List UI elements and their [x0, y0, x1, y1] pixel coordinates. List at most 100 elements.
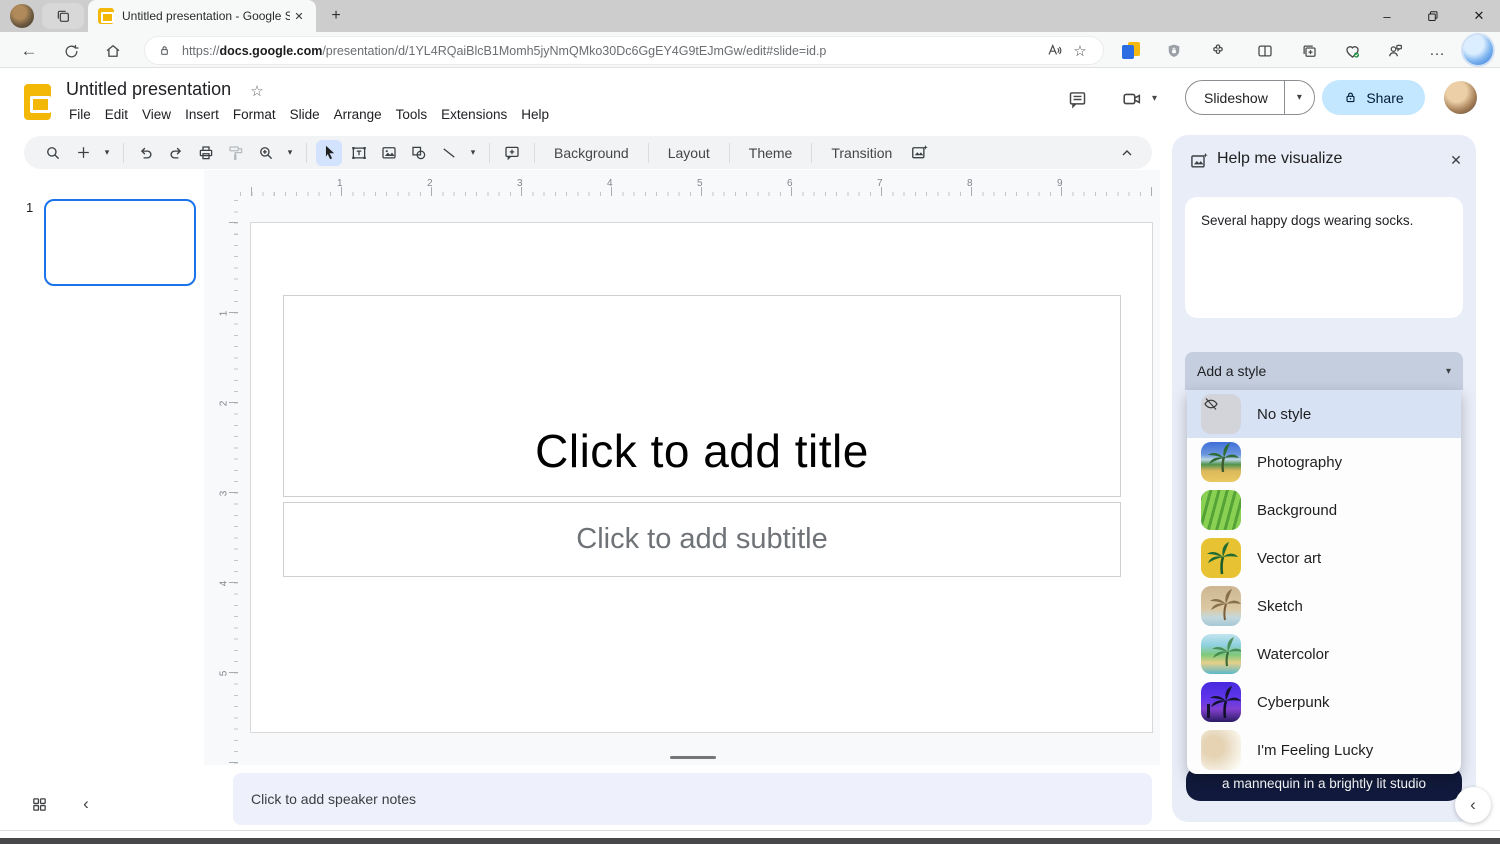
copilot-icon[interactable]: [1463, 35, 1493, 65]
window-minimize-button[interactable]: –: [1364, 0, 1410, 32]
filmstrip-collapse-icon[interactable]: ‹: [76, 793, 96, 815]
cyberpunk-thumbnail: [1201, 682, 1241, 722]
star-document-icon[interactable]: ☆: [247, 81, 267, 101]
tab-close-icon[interactable]: ✕: [290, 7, 308, 25]
style-option-feeling-lucky[interactable]: I'm Feeling Lucky: [1187, 726, 1461, 774]
menu-slide[interactable]: Slide: [283, 105, 327, 124]
style-dropdown[interactable]: Add a style ▾: [1185, 352, 1463, 390]
toolbar-separator: [534, 143, 535, 163]
panel-close-icon[interactable]: ✕: [1445, 149, 1467, 171]
toolbar-separator: [729, 143, 730, 163]
menu-extensions[interactable]: Extensions: [434, 105, 514, 124]
sketch-thumbnail: [1201, 586, 1241, 626]
comment-history-icon[interactable]: [1063, 85, 1091, 113]
grid-view-icon[interactable]: [28, 793, 50, 815]
meet-caret-icon[interactable]: ▾: [1152, 93, 1157, 104]
search-menus-icon[interactable]: [40, 140, 66, 166]
refresh-button[interactable]: [58, 38, 84, 64]
insert-shape-icon[interactable]: [406, 140, 432, 166]
extension-icon[interactable]: [1205, 38, 1231, 64]
split-screen-icon[interactable]: [1252, 38, 1278, 64]
browser-essentials-icon[interactable]: [1339, 38, 1365, 64]
style-option-sketch[interactable]: Sketch: [1187, 582, 1461, 630]
redo-icon[interactable]: [163, 140, 189, 166]
share-button[interactable]: Share: [1322, 80, 1425, 115]
shield-icon[interactable]: [1161, 38, 1187, 64]
help-me-visualize-icon[interactable]: [906, 140, 932, 166]
window-close-button[interactable]: ✕: [1456, 0, 1500, 32]
browser-tab[interactable]: Untitled presentation - Google S ✕: [88, 0, 316, 32]
account-avatar[interactable]: [1444, 81, 1477, 114]
speaker-notes-input[interactable]: Click to add speaker notes: [233, 773, 1152, 825]
menu-format[interactable]: Format: [226, 105, 283, 124]
menu-view[interactable]: View: [135, 105, 178, 124]
insert-comment-icon[interactable]: [499, 140, 525, 166]
style-option-background[interactable]: Background: [1187, 486, 1461, 534]
slide-number: 1: [26, 200, 33, 215]
home-button[interactable]: [100, 38, 126, 64]
slideshow-button[interactable]: Slideshow ▾: [1185, 80, 1315, 115]
style-option-watercolor[interactable]: Watercolor: [1187, 630, 1461, 678]
menu-tools[interactable]: Tools: [389, 105, 435, 124]
read-aloud-icon[interactable]: [1041, 42, 1067, 59]
notes-resize-handle[interactable]: [670, 756, 716, 759]
panel-title: Help me visualize: [1217, 150, 1342, 168]
slides-logo[interactable]: [24, 84, 51, 120]
browser-profile-avatar[interactable]: [10, 4, 34, 28]
subtitle-placeholder[interactable]: Click to add subtitle: [283, 502, 1121, 577]
style-option-cyberpunk[interactable]: Cyberpunk: [1187, 678, 1461, 726]
docs-extension-icon[interactable]: [1118, 38, 1144, 64]
watercolor-thumbnail: [1201, 634, 1241, 674]
background-thumbnail: [1201, 490, 1241, 530]
panel-collapse-button[interactable]: ‹: [1455, 787, 1491, 823]
favorites-star-icon[interactable]: ☆: [1067, 42, 1093, 60]
style-option-photography[interactable]: Photography: [1187, 438, 1461, 486]
title-placeholder[interactable]: Click to add title: [283, 295, 1121, 497]
print-icon[interactable]: [193, 140, 219, 166]
address-bar[interactable]: https://docs.google.com/presentation/d/1…: [145, 37, 1103, 64]
style-option-vector-art[interactable]: Vector art: [1187, 534, 1461, 582]
new-slide-caret-icon[interactable]: ▾: [100, 147, 114, 158]
slide-thumbnail[interactable]: [44, 199, 196, 286]
zoom-caret-icon[interactable]: ▾: [283, 147, 297, 158]
insert-image-icon[interactable]: [376, 140, 402, 166]
subtitle-placeholder-text: Click to add subtitle: [576, 523, 827, 556]
theme-button[interactable]: Theme: [739, 141, 803, 165]
menu-insert[interactable]: Insert: [178, 105, 226, 124]
menu-file[interactable]: File: [62, 105, 98, 124]
taskbar-edge: [0, 838, 1500, 844]
slideshow-caret-icon[interactable]: ▾: [1284, 81, 1314, 114]
ruler-mark: 1: [218, 311, 229, 317]
document-title[interactable]: Untitled presentation: [66, 79, 231, 100]
hide-menus-chevron-icon[interactable]: [1114, 140, 1140, 166]
slideshow-label[interactable]: Slideshow: [1186, 81, 1284, 114]
zoom-icon[interactable]: [253, 140, 279, 166]
tab-workspaces-button[interactable]: [42, 3, 84, 29]
select-tool-icon[interactable]: [316, 140, 342, 166]
line-caret-icon[interactable]: ▾: [466, 147, 480, 158]
paint-format-icon[interactable]: [223, 140, 249, 166]
undo-icon[interactable]: [133, 140, 159, 166]
collections-icon[interactable]: [1296, 38, 1322, 64]
style-option-label: Photography: [1257, 454, 1342, 471]
feedback-icon[interactable]: [1382, 38, 1408, 64]
window-restore-button[interactable]: [1410, 0, 1456, 32]
prompt-suggestion-text: a mannequin in a brightly lit studio: [1222, 776, 1426, 791]
background-button[interactable]: Background: [544, 141, 639, 165]
meet-camera-icon[interactable]: [1115, 85, 1149, 113]
back-button[interactable]: ←: [16, 38, 42, 64]
menu-help[interactable]: Help: [514, 105, 556, 124]
photography-thumbnail: [1201, 442, 1241, 482]
ruler-mark: 5: [218, 671, 229, 677]
style-option-no-style[interactable]: No style: [1187, 390, 1461, 438]
transition-button[interactable]: Transition: [821, 141, 902, 165]
layout-button[interactable]: Layout: [658, 141, 720, 165]
insert-line-icon[interactable]: [436, 140, 462, 166]
menu-edit[interactable]: Edit: [98, 105, 135, 124]
settings-more-icon[interactable]: …: [1424, 38, 1450, 64]
new-tab-button[interactable]: +: [324, 5, 348, 27]
menu-arrange[interactable]: Arrange: [327, 105, 389, 124]
new-slide-button[interactable]: [70, 140, 96, 166]
prompt-textarea[interactable]: Several happy dogs wearing socks.: [1185, 197, 1463, 318]
text-box-icon[interactable]: [346, 140, 372, 166]
